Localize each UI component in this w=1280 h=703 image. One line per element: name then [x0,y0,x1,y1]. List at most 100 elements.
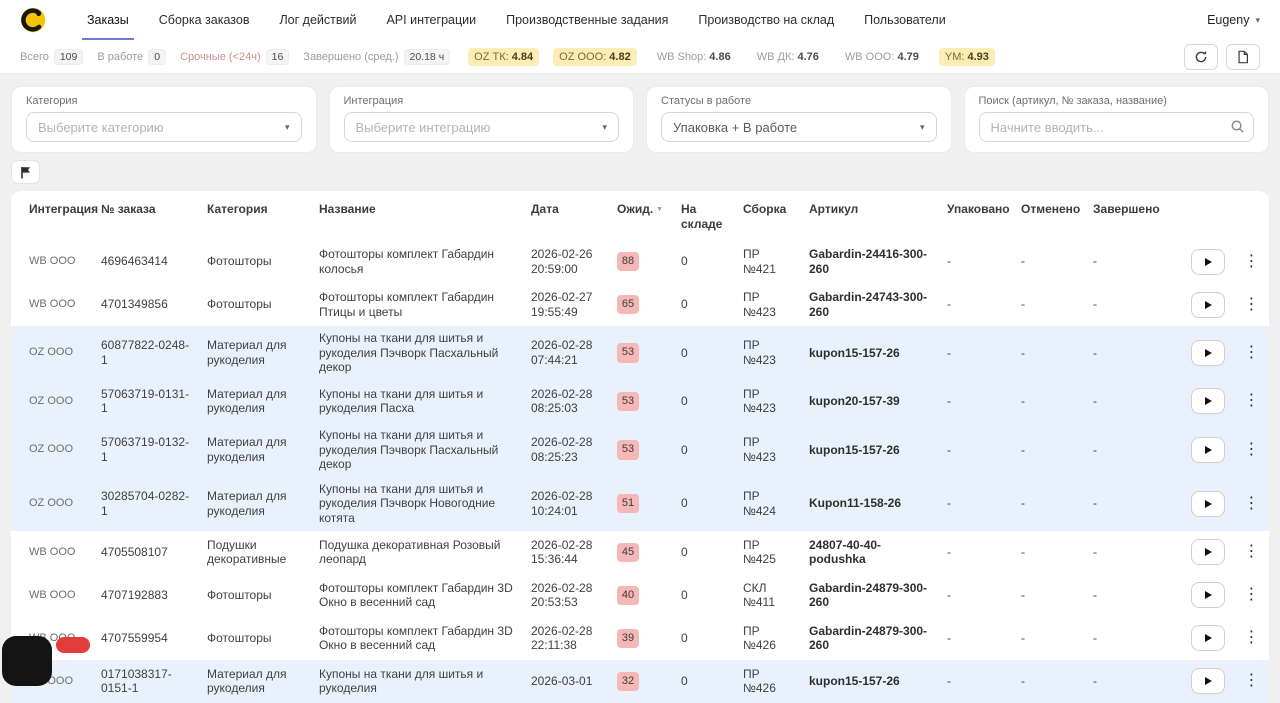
row-menu-button[interactable]: ⋮ [1240,630,1262,646]
main-content: Категория Выберите категорию ▾ Интеграци… [0,74,1280,703]
col-header-packed[interactable]: Упаковано [939,191,1013,240]
stats: Всего 109 В работе 0 Срочные (<24ч) 16 Заверше… [20,47,1184,66]
cell-cancelled: - [1021,630,1025,645]
table-row[interactable]: WB ООО 4705508107 Подушки декоративные П… [11,531,1269,574]
play-icon [1205,445,1212,454]
brand-logo[interactable] [20,7,46,33]
cell-actions: ⋮ [1183,326,1269,380]
row-menu-button[interactable]: ⋮ [1240,587,1262,603]
table-row[interactable]: OZ ООО 30285704-0282-1 Материал для руко… [11,476,1269,531]
chevron-down-icon: ▾ [919,121,925,132]
col-header-date[interactable]: Дата [523,191,609,240]
col-header-wait-label: Ожид. [617,202,654,217]
cell-packed: - [947,544,951,559]
cell-wait: 39 [609,617,673,660]
table-row[interactable]: OZ ООО 0171038317-0151-1 Материал для ру… [11,659,1269,703]
start-order-button[interactable] [1191,625,1225,652]
category-select[interactable]: Выберите категорию ▾ [26,112,302,143]
stats-bar: Всего 109 В работе 0 Срочные (<24ч) 16 Заверше… [0,40,1280,74]
search-input[interactable] [978,112,1254,143]
col-header-article[interactable]: Артикул [801,191,939,240]
row-menu-button[interactable]: ⋮ [1240,253,1262,270]
status-select[interactable]: Упаковка + В работе ▾ [661,112,937,143]
row-menu-button[interactable]: ⋮ [1240,296,1262,313]
rating-label: WB ДК: [756,50,798,63]
table-row[interactable]: WB ООО 4707192883 Фотошторы Фотошторы ко… [11,574,1269,617]
cell-product-name: Купоны на ткани для шитья и рукоделия Пэ… [319,481,496,526]
cell-integration: OZ ООО [29,443,73,456]
cell-product-name: Подушка декоративная Розовый леопард [319,537,501,567]
cell-order-number: 4705508107 [101,544,168,559]
start-order-button[interactable] [1191,668,1225,695]
cell-article: Gabardin-24879-300-260 [809,580,928,610]
play-icon [1205,349,1212,358]
refresh-button[interactable] [1184,43,1218,70]
start-order-button[interactable] [1191,340,1225,367]
cell-product-name: Купоны на ткани для шитья и рукоделия Пэ… [319,331,499,375]
col-header-integration[interactable]: Интеграция [11,191,98,240]
start-order-button[interactable] [1191,490,1225,517]
row-menu-button[interactable]: ⋮ [1240,495,1262,512]
col-header-category[interactable]: Категория [199,191,311,240]
cell-assembly: ПР №423 [743,289,776,319]
cell-actions: ⋮ [1183,380,1269,423]
cell-integration: WB ООО [29,254,76,267]
cell-stock: 0 [681,587,688,602]
cell-article: 24807-40-40-podushka [809,537,882,567]
row-menu-button[interactable]: ⋮ [1240,544,1262,560]
rating-value: 4.84 [511,50,534,63]
nav-tab[interactable]: Производственные задания [491,0,683,40]
chat-widget-button-partial[interactable] [2,636,52,686]
table-row[interactable]: OZ ООО 60877822-0248-1 Материал для руко… [11,326,1269,380]
row-menu-button[interactable]: ⋮ [1240,393,1262,409]
cell-packed: - [947,254,951,269]
cell-wait: 45 [609,531,673,574]
start-order-button[interactable] [1191,388,1225,415]
col-header-assembly[interactable]: Сборка [735,191,801,240]
play-icon [1205,634,1212,643]
saved-filters-button[interactable] [11,160,40,185]
nav-tab[interactable]: API интеграции [371,0,491,40]
row-menu-button[interactable]: ⋮ [1240,441,1262,458]
col-header-order[interactable]: № заказа [93,191,199,240]
table-row[interactable]: OZ ООО 57063719-0132-1 Материал для руко… [11,422,1269,477]
flag-icon [20,166,30,179]
col-header-stock[interactable]: На складе [673,191,735,240]
table-row[interactable]: OZ ООО 57063719-0131-1 Материал для руко… [11,379,1269,423]
start-order-button[interactable] [1191,436,1225,463]
table-row[interactable]: WB ООО 4696463414 Фотошторы Фотошторы ко… [11,240,1269,283]
nav-tab[interactable]: Пользователи [849,0,961,40]
cell-assembly: ПР №426 [743,666,776,696]
cell-category: Материал для рукоделия [207,666,287,696]
nav-tab[interactable]: Производство на склад [683,0,849,40]
nav-tab[interactable]: Сборка заказов [144,0,265,40]
row-menu-button[interactable]: ⋮ [1240,345,1262,361]
cell-actions: ⋮ [1183,283,1269,326]
table-row[interactable]: WB ООО 4701349856 Фотошторы Фотошторы ко… [11,283,1269,326]
table-row[interactable]: WB ООО 4707559954 Фотошторы Фотошторы ко… [11,617,1269,660]
row-menu-button[interactable]: ⋮ [1240,673,1262,689]
stat-label: Всего [20,50,49,63]
start-order-button[interactable] [1191,582,1225,609]
cell-product-name: Купоны на ткани для шитья и рукоделия [319,666,484,696]
rating-value: 4.93 [967,50,989,63]
cell-order-number: 4707559954 [101,630,168,645]
cell-actions: ⋮ [1183,240,1269,283]
nav-tab[interactable]: Лог действий [264,0,371,40]
user-menu[interactable]: Eugeny ▾ [1207,13,1260,27]
nav-tab[interactable]: Заказы [72,0,144,40]
stat-value: 20.18 ч [403,48,451,65]
col-header-cancelled[interactable]: Отменено [1013,191,1085,240]
cell-product-name: Фотошторы комплект Габардин колосья [319,246,495,276]
cell-integration: OZ ООО [29,394,73,407]
col-header-completed[interactable]: Завершено [1085,191,1183,240]
col-header-name[interactable]: Название [311,191,523,240]
start-order-button[interactable] [1191,248,1225,275]
col-header-wait[interactable]: Ожид. ▼ [609,191,673,240]
export-report-button[interactable] [1226,43,1260,70]
cell-packed: - [947,394,951,409]
start-order-button[interactable] [1191,291,1225,318]
start-order-button[interactable] [1191,539,1225,566]
integration-select[interactable]: Выберите интеграцию ▾ [343,112,619,143]
cell-stock: 0 [681,394,688,409]
